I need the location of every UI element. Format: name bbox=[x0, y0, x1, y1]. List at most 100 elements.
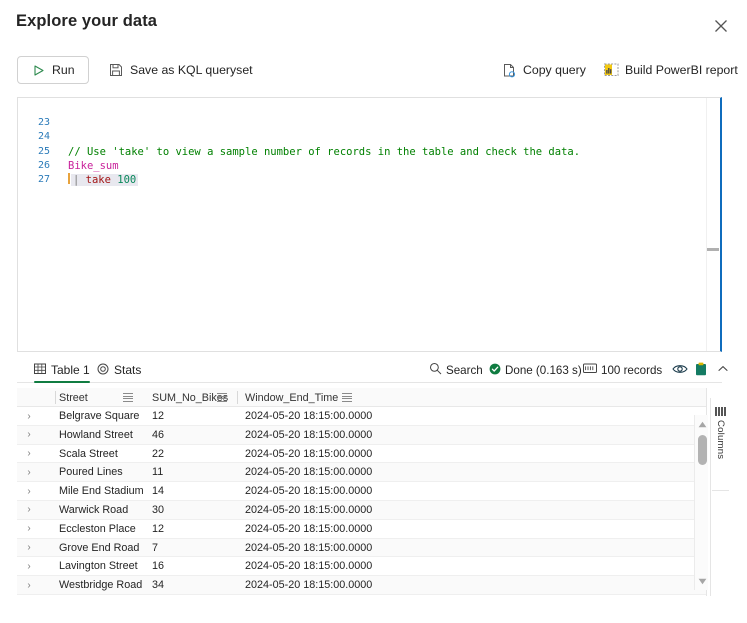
cell-window-end-time: 2024-05-20 18:15:00.0000 bbox=[245, 579, 373, 592]
cell-street: Eccleston Place bbox=[59, 522, 136, 535]
cell-street: Warwick Road bbox=[59, 503, 129, 516]
cell-street: Lavington Street bbox=[59, 560, 138, 573]
table-row[interactable]: › Lavington Street 16 2024-05-20 18:15:0… bbox=[17, 557, 706, 577]
save-as-kql-queryset-button[interactable]: Save as KQL queryset bbox=[108, 58, 253, 82]
cell-window-end-time: 2024-05-20 18:15:00.0000 bbox=[245, 522, 373, 535]
column-header-street[interactable]: Street bbox=[59, 388, 88, 407]
column-menu-icon[interactable] bbox=[123, 393, 133, 402]
copy-document-icon bbox=[501, 62, 517, 78]
records-count-icon bbox=[583, 363, 597, 377]
column-menu-icon[interactable] bbox=[217, 393, 227, 402]
table-row[interactable]: › Grove End Road 7 2024-05-20 18:15:00.0… bbox=[17, 538, 706, 558]
scroll-down-arrow-icon[interactable] bbox=[697, 576, 707, 586]
cell-window-end-time: 2024-05-20 18:15:00.0000 bbox=[245, 560, 373, 573]
copy-results-button[interactable] bbox=[695, 359, 707, 381]
success-check-icon bbox=[489, 363, 501, 378]
cell-window-end-time: 2024-05-20 18:15:00.0000 bbox=[245, 485, 373, 498]
column-header-window-end-time-label: Window_End_Time bbox=[245, 391, 339, 404]
chevron-right-icon[interactable]: › bbox=[23, 410, 35, 422]
cell-window-end-time: 2024-05-20 18:15:00.0000 bbox=[245, 541, 373, 554]
results-toolbar: Table 1 Stats Search Done (0.163 s) 100 … bbox=[17, 357, 728, 383]
results-grid[interactable]: Street SUM_No_Bikes Window_End_Time › Be… bbox=[17, 388, 707, 596]
cell-sum-no-bikes: 7 bbox=[152, 541, 159, 554]
grid-scrollbar-thumb[interactable] bbox=[697, 435, 707, 465]
columns-panel-button[interactable]: Columns bbox=[711, 402, 730, 482]
table-row[interactable]: › Westbridge Road 34 2024-05-20 18:15:00… bbox=[17, 576, 706, 595]
editor-scrollbar[interactable] bbox=[706, 98, 720, 351]
tab-stats[interactable]: Stats bbox=[97, 357, 141, 383]
cell-sum-no-bikes: 34 bbox=[152, 579, 165, 592]
columns-rail-divider bbox=[712, 490, 729, 491]
search-button[interactable]: Search bbox=[429, 359, 483, 381]
close-button[interactable] bbox=[707, 12, 735, 40]
chevron-right-icon[interactable]: › bbox=[23, 485, 35, 497]
scroll-up-arrow-icon[interactable] bbox=[697, 419, 707, 429]
collapse-results-button[interactable] bbox=[717, 359, 729, 381]
code-token-number: 100 bbox=[117, 173, 137, 186]
chevron-right-icon[interactable]: › bbox=[23, 504, 35, 516]
column-menu-icon[interactable] bbox=[342, 393, 352, 402]
code-token-keyword: take bbox=[85, 173, 111, 186]
query-editor[interactable]: 23 24 // Use 'take' to view a sample num… bbox=[17, 97, 722, 352]
grid-vertical-scrollbar[interactable] bbox=[694, 415, 708, 590]
columns-panel-label: Columns bbox=[715, 420, 726, 460]
chevron-right-icon[interactable]: › bbox=[23, 523, 35, 535]
chevron-right-icon[interactable]: › bbox=[23, 429, 35, 441]
clipboard-icon bbox=[695, 362, 707, 379]
columns-rail: Columns bbox=[710, 398, 730, 596]
cell-window-end-time: 2024-05-20 18:15:00.0000 bbox=[245, 503, 373, 516]
page-title: Explore your data bbox=[16, 12, 158, 30]
code-line: 25 Bike_sum bbox=[18, 130, 720, 172]
grid-header-row: Street SUM_No_Bikes Window_End_Time bbox=[17, 388, 706, 407]
cell-sum-no-bikes: 16 bbox=[152, 560, 165, 573]
tab-table-1[interactable]: Table 1 bbox=[34, 357, 90, 383]
table-row[interactable]: › Howland Street 46 2024-05-20 18:15:00.… bbox=[17, 425, 706, 445]
build-powerbi-report-button[interactable]: Build PowerBI report bbox=[603, 58, 738, 82]
cell-street: Westbridge Road bbox=[59, 579, 143, 592]
column-divider bbox=[237, 391, 238, 404]
table-row[interactable]: › Scala Street 22 2024-05-20 18:15:00.00… bbox=[17, 445, 706, 464]
tab-table-1-label: Table 1 bbox=[51, 363, 90, 377]
table-row[interactable]: › Belgrave Square 12 2024-05-20 18:15:00… bbox=[17, 407, 706, 426]
column-divider bbox=[55, 391, 56, 404]
cell-street: Scala Street bbox=[59, 447, 118, 460]
column-header-window-end-time[interactable]: Window_End_Time bbox=[245, 388, 338, 407]
save-floppy-icon bbox=[108, 62, 124, 78]
code-line-text: | take 100 bbox=[68, 172, 139, 187]
save-as-kql-queryset-label: Save as KQL queryset bbox=[130, 63, 253, 77]
build-powerbi-report-label: Build PowerBI report bbox=[625, 63, 738, 77]
chevron-right-icon[interactable]: › bbox=[23, 579, 35, 591]
table-row[interactable]: › Mile End Stadium 14 2024-05-20 18:15:0… bbox=[17, 482, 706, 501]
close-icon bbox=[715, 20, 727, 32]
cell-window-end-time: 2024-05-20 18:15:00.0000 bbox=[245, 428, 373, 441]
eye-icon bbox=[672, 363, 688, 378]
code-line: 23 bbox=[18, 102, 720, 128]
cell-street: Grove End Road bbox=[59, 541, 140, 554]
run-button-label: Run bbox=[52, 63, 75, 77]
grid-body: › Belgrave Square 12 2024-05-20 18:15:00… bbox=[17, 407, 706, 595]
cell-street: Mile End Stadium bbox=[59, 485, 143, 498]
run-button[interactable]: Run bbox=[17, 56, 89, 84]
code-line: 27 bbox=[18, 159, 720, 185]
cell-street: Howland Street bbox=[59, 428, 133, 441]
chevron-right-icon[interactable]: › bbox=[23, 448, 35, 460]
chevron-right-icon[interactable]: › bbox=[23, 542, 35, 554]
record-count-label: 100 records bbox=[601, 363, 663, 377]
cell-window-end-time: 2024-05-20 18:15:00.0000 bbox=[245, 447, 373, 460]
powerbi-report-icon bbox=[603, 62, 619, 78]
code-line-active: 26 | take 100 bbox=[18, 145, 720, 186]
chevron-right-icon[interactable]: › bbox=[23, 560, 35, 572]
table-row[interactable]: › Poured Lines 11 2024-05-20 18:15:00.00… bbox=[17, 463, 706, 483]
preview-button[interactable] bbox=[672, 359, 688, 381]
table-grid-icon bbox=[34, 363, 46, 378]
code-token-pipe: | bbox=[73, 173, 86, 186]
cell-window-end-time: 2024-05-20 18:15:00.0000 bbox=[245, 466, 373, 479]
stats-target-icon bbox=[97, 363, 109, 378]
table-row[interactable]: › Eccleston Place 12 2024-05-20 18:15:00… bbox=[17, 520, 706, 539]
chevron-right-icon[interactable]: › bbox=[23, 466, 35, 478]
copy-query-button[interactable]: Copy query bbox=[501, 58, 586, 82]
search-label: Search bbox=[446, 363, 483, 377]
text-cursor bbox=[68, 172, 70, 184]
table-row[interactable]: › Warwick Road 30 2024-05-20 18:15:00.00… bbox=[17, 500, 706, 520]
command-bar: Run Save as KQL queryset Copy query Buil… bbox=[0, 56, 747, 88]
